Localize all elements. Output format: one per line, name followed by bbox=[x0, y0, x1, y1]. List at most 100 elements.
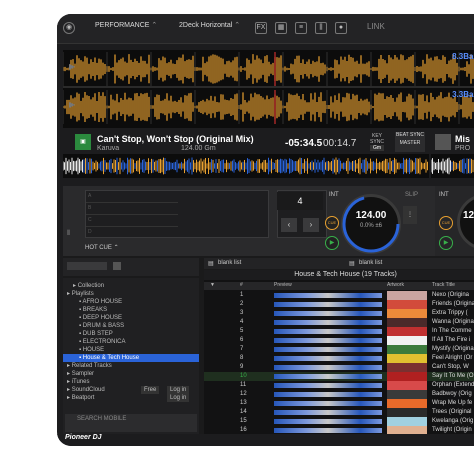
table-row[interactable]: 14 Trees (Original bbox=[204, 408, 474, 417]
table-row[interactable]: 3 Extra Trippy ( bbox=[204, 309, 474, 318]
table-row[interactable]: 13 Wrap Me Up fe bbox=[204, 399, 474, 408]
deck2-info: Mis PRO bbox=[431, 132, 474, 152]
sidebar-item[interactable]: ▸ Playlists bbox=[63, 290, 199, 298]
tab-right-blank-list[interactable]: blank list bbox=[359, 260, 382, 266]
scrolling-waveform[interactable]: 8.3Bars 3.3Bars ▶ ▶ bbox=[63, 50, 474, 128]
key-sync-button[interactable]: KEY SYNC Gm bbox=[367, 133, 387, 151]
cue-button[interactable]: CUE bbox=[325, 216, 339, 230]
table-row[interactable]: 7 Mystify (Origina bbox=[204, 345, 474, 354]
sidebar-item[interactable]: ▪ ELECTRONICA bbox=[63, 338, 199, 346]
sidebar-item[interactable]: ▸ Sampler bbox=[63, 370, 199, 378]
table-row[interactable]: 15 Kwelanga (Orig bbox=[204, 417, 474, 426]
logo-icon[interactable]: ◉ bbox=[63, 22, 75, 34]
deck2-play-button[interactable]: ▶ bbox=[439, 236, 453, 250]
table-row[interactable]: 10 Say It To Me (O bbox=[204, 372, 474, 381]
slip-label[interactable]: SLIP bbox=[405, 192, 418, 198]
deck1-overview-waveform[interactable] bbox=[63, 154, 429, 178]
deck2-overview-waveform[interactable] bbox=[431, 154, 474, 178]
deck2-int-label[interactable]: INT bbox=[439, 192, 449, 198]
track-preview-waveform[interactable] bbox=[274, 347, 382, 352]
layout-icon[interactable] bbox=[113, 262, 121, 270]
sidebar-item[interactable]: ▸ Related Tracks bbox=[63, 362, 199, 370]
track-artwork bbox=[387, 408, 427, 417]
sidebar-item[interactable]: ▸ Beatport Log in bbox=[63, 394, 199, 402]
table-row[interactable]: 9 Can't Stop, W bbox=[204, 363, 474, 372]
track-number: 9 bbox=[240, 364, 244, 370]
track-preview-waveform[interactable] bbox=[274, 311, 382, 316]
track-number: 10 bbox=[240, 373, 247, 379]
play-arrow-icon-2: ▶ bbox=[69, 100, 76, 109]
track-preview-waveform[interactable] bbox=[274, 320, 382, 325]
performance-pads[interactable]: A B C D bbox=[85, 190, 269, 238]
link-button[interactable]: LINK bbox=[367, 22, 385, 31]
browser-tabs: ▤ blank list ▤ blank list bbox=[204, 258, 474, 269]
track-title: Feel Alright (Or bbox=[432, 355, 473, 361]
sidebar-item[interactable]: ▪ DEEP HOUSE bbox=[63, 314, 199, 322]
sidebar-item[interactable]: ▪ BREAKS bbox=[63, 306, 199, 314]
track-preview-waveform[interactable] bbox=[274, 302, 382, 307]
col-artwork[interactable]: Artwork bbox=[387, 282, 404, 288]
record-icon[interactable]: ● bbox=[335, 22, 347, 34]
deck2-cue-button[interactable]: CUE bbox=[439, 216, 453, 230]
track-preview-waveform[interactable] bbox=[274, 419, 382, 424]
track-preview-waveform[interactable] bbox=[274, 383, 382, 388]
track-number: 4 bbox=[240, 319, 244, 325]
int-label[interactable]: INT bbox=[329, 192, 339, 198]
free-button[interactable]: Free bbox=[141, 386, 160, 394]
sidebar-item[interactable]: ▪ House & Tech House bbox=[63, 354, 199, 362]
login-button[interactable]: Log in bbox=[167, 394, 190, 402]
sidebar-item[interactable]: ▪ DRUM & BASS bbox=[63, 322, 199, 330]
table-row[interactable]: 8 Feel Alright (Or bbox=[204, 354, 474, 363]
time-elapsed: 00:14.7 bbox=[323, 138, 357, 149]
layout-select[interactable]: 2Deck Horizontal ⌃ bbox=[179, 21, 240, 29]
track-number: 7 bbox=[240, 346, 244, 352]
track-preview-waveform[interactable] bbox=[274, 392, 382, 397]
sidebar-item[interactable]: ▪ DUB STEP bbox=[63, 330, 199, 338]
beat-sync-button[interactable]: BEAT SYNC MASTER bbox=[395, 132, 425, 152]
loop-next-button[interactable]: › bbox=[303, 218, 319, 232]
sidebar-item[interactable]: ▪ HOUSE bbox=[63, 346, 199, 354]
fx-icon[interactable]: FX bbox=[255, 22, 267, 34]
tempo-slider[interactable]: ⋮ bbox=[403, 206, 417, 224]
track-preview-waveform[interactable] bbox=[274, 356, 382, 361]
loop-prev-button[interactable]: ‹ bbox=[281, 218, 297, 232]
sidebar-item[interactable]: ▸ Collection bbox=[63, 282, 199, 290]
sidebar-item[interactable]: ▸ iTunes bbox=[63, 378, 199, 386]
table-row[interactable]: 2 Friends (Origina bbox=[204, 300, 474, 309]
track-preview-waveform[interactable] bbox=[274, 338, 382, 343]
sliders-icon[interactable]: ≡ bbox=[295, 22, 307, 34]
filter-icon[interactable]: ▼ bbox=[210, 282, 215, 288]
mixer-icon[interactable]: ⫼ bbox=[315, 22, 327, 34]
track-preview-waveform[interactable] bbox=[274, 401, 382, 406]
view-toggle[interactable] bbox=[67, 262, 107, 270]
sort-icon[interactable]: # bbox=[240, 282, 243, 288]
track-artwork bbox=[387, 417, 427, 426]
tab-left-blank-list[interactable]: blank list bbox=[218, 260, 241, 266]
track-preview-waveform[interactable] bbox=[274, 428, 382, 433]
table-row[interactable]: 5 In The Comme bbox=[204, 327, 474, 336]
search-mobile-button[interactable]: SEARCH MOBILE bbox=[65, 414, 197, 432]
table-row[interactable]: 12 Badbwoy (Orig bbox=[204, 390, 474, 399]
hot-cue-select[interactable]: HOT CUE ⌃ bbox=[85, 244, 119, 251]
tab-list-icon-2: ▤ bbox=[349, 261, 355, 267]
deck2-jog-wheel[interactable] bbox=[457, 194, 474, 250]
table-row[interactable]: 1 Nexo (Origina bbox=[204, 291, 474, 300]
login-button[interactable]: Log in bbox=[167, 386, 190, 394]
col-title[interactable]: Track Title bbox=[432, 282, 455, 288]
sidebar-item[interactable]: ▪ AFRO HOUSE bbox=[63, 298, 199, 306]
table-row[interactable]: 4 Wanna (Origina bbox=[204, 318, 474, 327]
track-preview-waveform[interactable] bbox=[274, 293, 382, 298]
track-preview-waveform[interactable] bbox=[274, 329, 382, 334]
table-row[interactable]: 11 Orphan (Extend bbox=[204, 381, 474, 390]
col-preview[interactable]: Preview bbox=[274, 282, 292, 288]
grid-icon[interactable]: ▦ bbox=[275, 22, 287, 34]
track-preview-waveform[interactable] bbox=[274, 410, 382, 415]
track-preview-waveform[interactable] bbox=[274, 374, 382, 379]
mode-select[interactable]: PERFORMANCE ⌃ bbox=[95, 21, 165, 33]
track-number: 14 bbox=[240, 409, 247, 415]
table-row[interactable]: 6 If All The Fire i bbox=[204, 336, 474, 345]
sidebar-item[interactable]: ▸ SoundCloud Free Log in bbox=[63, 386, 199, 394]
play-button[interactable]: ▶ bbox=[325, 236, 339, 250]
track-preview-waveform[interactable] bbox=[274, 365, 382, 370]
side-panel-icon[interactable]: ⦀ bbox=[67, 230, 77, 244]
